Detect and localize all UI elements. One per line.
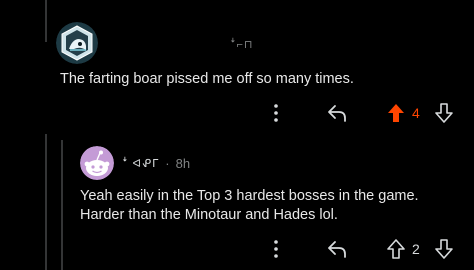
reply-body-line: Yeah easily in the Top 3 hardest bosses … xyxy=(80,188,419,204)
comment-username[interactable]: ꜜ⌐⊓ xyxy=(230,38,254,51)
meta-separator: · xyxy=(165,156,170,171)
reply-icon[interactable] xyxy=(326,238,348,260)
avatar[interactable] xyxy=(56,22,98,64)
reply-meta: ꜜ ᐊᕵᒥ · 8h xyxy=(122,156,190,171)
reply-timestamp: 8h xyxy=(175,156,191,171)
comment-body: The farting boar pissed me off so many t… xyxy=(60,71,354,87)
more-icon[interactable] xyxy=(270,237,282,261)
reply-body: Yeah easily in the Top 3 hardest bosses … xyxy=(80,187,419,225)
downvote-icon[interactable] xyxy=(434,102,454,124)
avatar[interactable] xyxy=(80,146,114,180)
reply-icon[interactable] xyxy=(326,102,348,124)
more-icon[interactable] xyxy=(270,101,282,125)
vote-count: 2 xyxy=(412,241,420,257)
thread-line xyxy=(45,134,47,270)
reply-username[interactable]: ꜜ ᐊᕵᒥ xyxy=(122,157,159,170)
downvote-icon[interactable] xyxy=(434,238,454,260)
thread-line xyxy=(45,0,47,42)
vote-count: 4 xyxy=(412,105,420,121)
reply-body-line: Harder than the Minotaur and Hades lol. xyxy=(80,207,338,223)
upvote-icon[interactable] xyxy=(386,238,406,260)
upvote-icon[interactable] xyxy=(386,102,406,124)
thread-line xyxy=(61,140,63,270)
